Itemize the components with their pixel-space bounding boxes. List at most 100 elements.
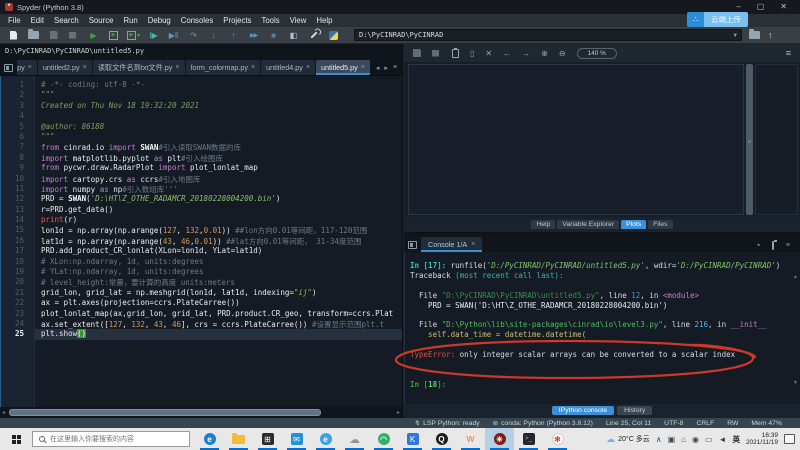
close-tab-icon[interactable]: × — [251, 64, 255, 71]
line-number[interactable]: 19 — [1, 267, 34, 277]
menu-search[interactable]: Search — [49, 16, 84, 25]
taskbar-360-browser-icon[interactable]: ◠ — [369, 428, 398, 450]
cloud-upload-badge[interactable]: ∴ 云端上传 — [687, 12, 748, 27]
menu-file[interactable]: File — [3, 16, 26, 25]
input-language-indicator[interactable]: 英 — [732, 434, 740, 445]
taskbar-microsoft-store-icon[interactable]: ⊞ — [253, 428, 282, 450]
editor-gutter[interactable]: 1234567891011121314151617181920212223242… — [1, 76, 35, 407]
working-directory-input[interactable]: D:\PyCINRAD\PyCINRAD ▼ — [354, 29, 742, 41]
line-number[interactable]: 8 — [1, 153, 34, 163]
taskbar-mail-icon[interactable]: ✉ — [282, 428, 311, 450]
stop-debug-button[interactable]: ■ — [264, 28, 283, 43]
network-tray-icon[interactable]: ▭ — [705, 435, 713, 444]
inspect-object-icon[interactable] — [771, 242, 775, 249]
editor-horizontal-scrollbar[interactable]: ◂ ▸ — [0, 407, 402, 418]
run-cell-advance-button[interactable]: ▶▾ — [124, 28, 143, 43]
save-plot-button[interactable] — [413, 49, 421, 58]
menu-run[interactable]: Run — [118, 16, 142, 25]
line-number[interactable]: 15 — [1, 225, 34, 235]
pane-tab-variable-explorer[interactable]: Variable Explorer — [557, 220, 619, 229]
debug-step-into-button[interactable]: ↓ — [204, 28, 223, 43]
tray-expand-icon[interactable]: ∧ — [656, 435, 662, 444]
console-body[interactable]: In [17]: runfile('D:/PyCINRAD/PyCINRAD/u… — [404, 252, 800, 404]
editor-tab-读取文件名到txt文件.py[interactable]: 读取文件名到txt文件.py× — [93, 60, 185, 75]
line-number[interactable]: 2 — [1, 90, 34, 100]
line-number[interactable]: 25 — [1, 329, 34, 339]
line-number[interactable]: 11 — [1, 184, 34, 194]
home-tray-icon[interactable]: ⌂ — [681, 435, 686, 444]
remove-all-plots-button[interactable]: ✕ — [485, 49, 492, 58]
remove-plot-button[interactable]: ▯ — [470, 49, 474, 58]
zoom-out-button[interactable]: ⊖ — [559, 49, 566, 58]
close-tab-icon[interactable]: × — [28, 64, 32, 71]
line-number[interactable]: 3 — [1, 101, 34, 111]
bottom-tab-ipython-console[interactable]: IPython console — [552, 406, 614, 415]
editor-tab-untitled1.py[interactable]: untitled1.py× — [17, 60, 37, 75]
line-number[interactable]: 6 — [1, 132, 34, 142]
console-tab[interactable]: Console 1/A × — [421, 237, 482, 252]
line-number[interactable]: 10 — [1, 174, 34, 184]
cloud-upload-icon[interactable]: ∴ — [687, 12, 704, 27]
open-file-button[interactable] — [24, 28, 43, 43]
line-number[interactable]: 14 — [1, 215, 34, 225]
preferences-button[interactable] — [304, 28, 323, 43]
editor-tab-untitled4.py[interactable]: untitled4.py× — [261, 60, 315, 75]
scroll-left-icon[interactable]: ◂ — [2, 409, 5, 416]
pane-tab-help[interactable]: Help — [531, 220, 555, 229]
debug-step-return-button[interactable]: ↑ — [224, 28, 243, 43]
editor-tab-form_colormap.py[interactable]: form_colormap.py× — [186, 60, 261, 75]
taskbar-clock[interactable]: 16:39 2021/11/19 — [746, 432, 778, 447]
next-plot-button[interactable]: → — [522, 49, 530, 58]
menu-edit[interactable]: Edit — [26, 16, 49, 25]
line-number[interactable]: 9 — [1, 163, 34, 173]
code-editor[interactable]: 1234567891011121314151617181920212223242… — [0, 76, 402, 407]
pane-tab-plots[interactable]: Plots — [621, 220, 646, 229]
line-number[interactable]: 21 — [1, 288, 34, 298]
interrupt-kernel-icon[interactable]: ▪ — [756, 242, 760, 249]
snip-tray-icon[interactable]: ▣ — [668, 435, 676, 444]
editor-tab-untitled5.py[interactable]: untitled5.py× — [316, 60, 370, 75]
taskbar-cajviewer-icon[interactable]: K — [398, 428, 427, 450]
line-number[interactable]: 4 — [1, 111, 34, 121]
taskbar-baidu-netdisk-icon[interactable]: ✻ — [543, 428, 572, 450]
pane-tab-files[interactable]: Files — [648, 220, 672, 229]
console-scroll-up-icon[interactable]: ▲ — [793, 274, 798, 280]
run-file-button[interactable]: ▶ — [84, 28, 103, 43]
plots-options-menu-icon[interactable]: ≡ — [786, 48, 791, 58]
menu-tools[interactable]: Tools — [256, 16, 284, 25]
zoom-in-button[interactable]: ⊕ — [541, 49, 548, 58]
line-number[interactable]: 12 — [1, 194, 34, 204]
menu-debug[interactable]: Debug — [143, 16, 176, 25]
line-number[interactable]: 23 — [1, 309, 34, 319]
maximize-button[interactable]: ▢ — [757, 0, 765, 14]
line-number[interactable]: 13 — [1, 205, 34, 215]
browse-tabs-menu-icon[interactable]: ≡ — [392, 64, 398, 71]
line-number[interactable]: 24 — [1, 319, 34, 329]
taskbar-qq-icon[interactable]: Q — [427, 428, 456, 450]
maximize-pane-button[interactable]: ◧ — [284, 28, 303, 43]
menu-consoles[interactable]: Consoles — [176, 16, 219, 25]
scroll-tabs-right-icon[interactable]: ▸ — [383, 64, 389, 72]
line-number[interactable]: 7 — [1, 142, 34, 152]
cloud-upload-label[interactable]: 云端上传 — [704, 12, 748, 27]
save-all-button[interactable] — [64, 28, 83, 43]
notification-center-icon[interactable] — [784, 434, 795, 444]
menu-view[interactable]: View — [285, 16, 312, 25]
debug-step-button[interactable]: ↷ — [184, 28, 203, 43]
copy-plot-button[interactable] — [452, 49, 459, 58]
line-number[interactable]: 5 — [1, 122, 34, 132]
close-tab-icon[interactable]: × — [175, 64, 179, 71]
close-tab-icon[interactable]: × — [306, 64, 310, 71]
line-number[interactable]: 20 — [1, 277, 34, 287]
scrollbar-thumb[interactable] — [9, 409, 321, 416]
python-environment-button[interactable] — [324, 28, 343, 43]
plots-splitter[interactable] — [746, 64, 753, 215]
plots-zoom-level[interactable]: 140 % — [577, 48, 617, 59]
pane-undock-icon[interactable] — [4, 64, 13, 72]
line-number[interactable]: 16 — [1, 236, 34, 246]
menu-source[interactable]: Source — [84, 16, 119, 25]
editor-code[interactable]: # -*- coding: utf-8 -*-"""Created on Thu… — [35, 76, 402, 407]
taskbar-terminal-app-icon[interactable]: >_ — [514, 428, 543, 450]
taskbar-search-input[interactable]: 在这里输入你要搜索的内容 — [32, 431, 190, 447]
line-number[interactable]: 1 — [1, 80, 34, 90]
